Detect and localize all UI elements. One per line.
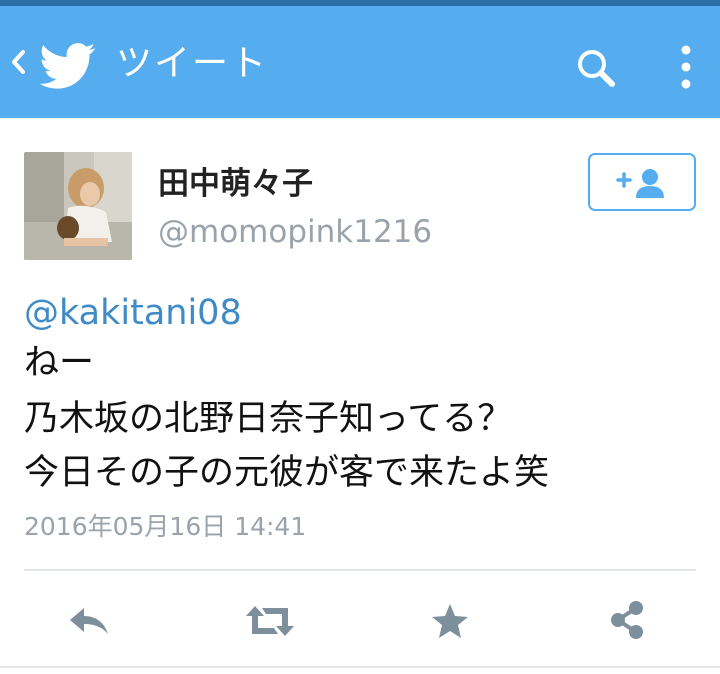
more-vert-icon[interactable]: [672, 42, 700, 92]
retweet-icon[interactable]: [240, 596, 300, 646]
tweet-text-line: ねー: [24, 343, 95, 383]
display-name[interactable]: 田中萌々子: [158, 164, 313, 204]
tweet-timestamp: 2016年05月16日 14:41: [24, 512, 307, 541]
tweet-text-line: 今日その子の元彼が客で来たよ笑: [24, 453, 550, 493]
tweet-text-line: 乃木坂の北野日奈子知ってる？: [24, 399, 513, 439]
favorite-star-icon[interactable]: [420, 596, 480, 646]
header-title: ツイート: [116, 43, 269, 84]
add-user-icon: [616, 169, 664, 198]
user-handle[interactable]: @momopink1216: [158, 212, 432, 252]
back-chevron-icon[interactable]: [8, 42, 30, 82]
twitter-bird-icon: [39, 42, 96, 90]
avatar[interactable]: [24, 152, 132, 260]
follow-button[interactable]: [588, 153, 696, 211]
divider: [0, 666, 720, 668]
reply-icon[interactable]: [60, 596, 120, 646]
share-icon[interactable]: [598, 596, 658, 646]
search-icon[interactable]: [572, 44, 620, 92]
mention-link[interactable]: @kakitani08: [24, 290, 242, 336]
app-header: ツイート: [0, 6, 720, 118]
divider: [24, 569, 696, 571]
